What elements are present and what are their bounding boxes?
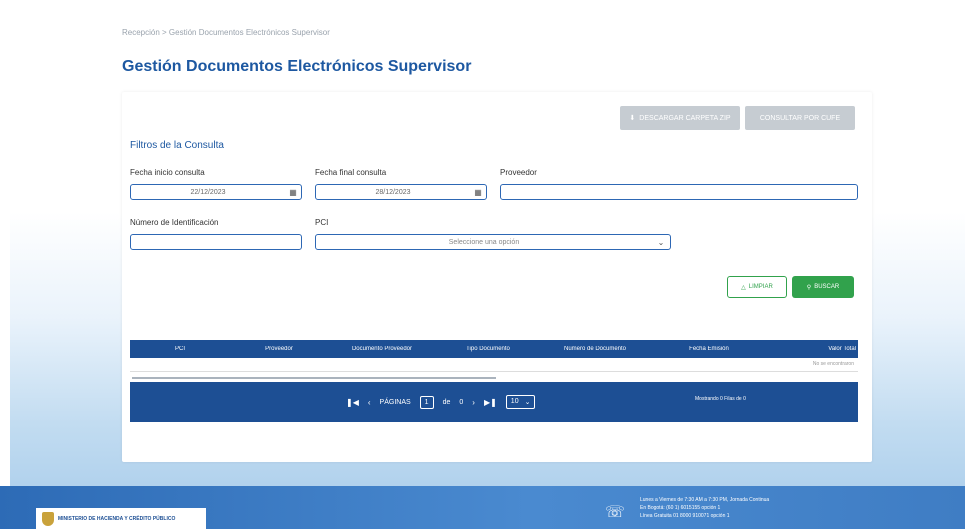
column-header-pci[interactable]: PCI [130,346,230,352]
consult-cufe-button[interactable]: CONSULTAR POR CUFE [745,106,855,130]
next-page-icon[interactable]: › [472,398,475,407]
start-date-value: 22/12/2023 [190,188,226,196]
page-size-value: 10 [510,398,519,405]
main-card: ⬇ DESCARGAR CARPETA ZIP CONSULTAR POR CU… [122,92,872,462]
pci-label: PCI [315,218,329,227]
provider-input[interactable] [500,184,858,200]
eraser-icon: △ [741,284,746,291]
start-date-label: Fecha inicio consulta [130,168,205,177]
breadcrumb: Recepción > Gestión Documentos Electróni… [122,28,330,37]
download-zip-button[interactable]: ⬇ DESCARGAR CARPETA ZIP [620,106,740,130]
download-zip-label: DESCARGAR CARPETA ZIP [639,114,731,122]
page-size-select[interactable]: 10 ⌄ [505,395,536,409]
pagination-bar: ❚◀ ‹ PÁGINAS 1 de 0 › ▶❚ 10 ⌄ Mostrando … [130,382,858,422]
table-body: No se encontraron [130,358,858,372]
pci-placeholder: Seleccione una opción [448,238,520,246]
left-edge [0,0,10,529]
contact-bogota: En Bogotá: (60 1) 6015155 opción 1 [640,505,721,511]
id-number-input[interactable] [130,234,302,250]
pagination-controls: ❚◀ ‹ PÁGINAS 1 de 0 › ▶❚ 10 ⌄ [346,392,536,412]
first-page-icon[interactable]: ❚◀ [346,398,359,407]
column-header-issue-date[interactable]: Fecha Emisión [650,346,768,352]
start-date-field[interactable]: 22/12/2023 ▦ [130,184,302,200]
consult-cufe-label: CONSULTAR POR CUFE [759,114,841,122]
current-page-input[interactable]: 1 [419,395,434,409]
calendar-icon[interactable]: ▦ [285,188,301,197]
column-header-provider-doc[interactable]: Documento Proveedor [328,346,436,352]
end-date-field[interactable]: 28/12/2023 ▦ [315,184,487,200]
ministry-name: MINISTERIO DE HACIENDA Y CRÉDITO PÚBLICO [58,515,176,522]
prev-page-icon[interactable]: ‹ [368,398,371,407]
total-pages: 0 [459,398,464,406]
of-label: de [442,398,451,406]
pages-label: PÁGINAS [379,398,411,406]
horizontal-scrollbar[interactable] [132,377,496,379]
table-header: PCI Proveedor Documento Proveedor Tipo D… [130,340,858,358]
column-header-doc-type[interactable]: Tipo Documento [436,346,540,352]
search-label: BUSCAR [814,284,840,290]
clear-label: LIMPIAR [748,284,773,290]
crest-icon [42,511,54,526]
contact-free-line: Línea Gratuita 01 8000 910071 opción 1 [640,513,730,519]
chevron-down-icon: ⌄ [657,237,665,247]
phone-icon: ☏ [605,504,626,521]
search-icon: ⚲ [806,284,812,291]
pci-select[interactable]: Seleccione una opción ⌄ [315,234,671,250]
end-date-value: 28/12/2023 [375,188,411,196]
clear-button[interactable]: △ LIMPIAR [727,276,787,298]
empty-message: No se encontraron [812,361,854,367]
download-icon: ⬇ [629,115,636,122]
chevron-down-icon: ⌄ [524,399,531,406]
contact-hours: Lunes a Viernes de 7:30 AM a 7:30 PM, Jo… [640,497,770,503]
ministry-logo[interactable]: MINISTERIO DE HACIENDA Y CRÉDITO PÚBLICO [36,508,206,529]
end-date-label: Fecha final consulta [315,168,387,177]
rows-info: Mostrando 0 Filas de 0 [695,396,746,402]
column-header-provider[interactable]: Proveedor [230,346,328,352]
contact-info: Lunes a Viernes de 7:30 AM a 7:30 PM, Jo… [640,496,769,520]
filters-title: Filtros de la Consulta [130,140,224,151]
provider-label: Proveedor [500,168,537,177]
footer: MINISTERIO DE HACIENDA Y CRÉDITO PÚBLICO… [0,486,965,529]
calendar-icon[interactable]: ▦ [470,188,486,197]
page-title: Gestión Documentos Electrónicos Supervis… [122,58,472,75]
last-page-icon[interactable]: ▶❚ [484,398,497,407]
id-number-label: Número de Identificación [130,218,219,227]
column-header-doc-number[interactable]: Número de Documento [540,346,650,352]
search-button[interactable]: ⚲ BUSCAR [792,276,854,298]
column-header-total-value[interactable]: Valor Total [768,346,858,352]
